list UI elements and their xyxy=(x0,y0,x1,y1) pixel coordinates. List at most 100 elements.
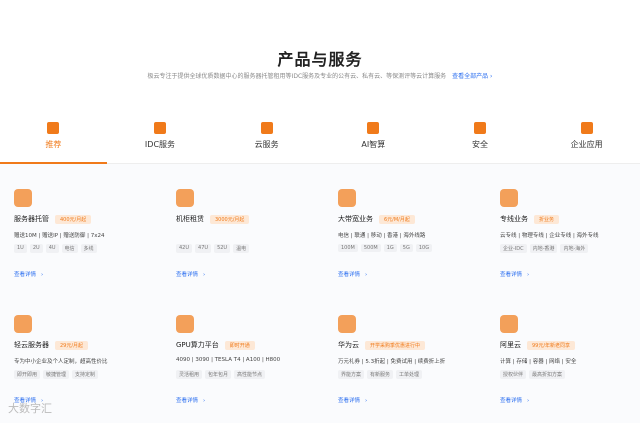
card-name: GPU算力平台 xyxy=(176,341,219,349)
card-desc: 电信 | 联通 | 移动 | 香港 | 海外线路 xyxy=(338,233,426,239)
tag-list: 100M 500M 1G 5G 10G xyxy=(338,244,433,252)
tag: 4U xyxy=(45,244,59,253)
chevron-right-icon: › xyxy=(365,272,368,278)
chevron-right-icon: › xyxy=(203,272,206,278)
price-badge: 400元/月起 xyxy=(55,214,92,224)
tag: 界能方案 xyxy=(338,370,365,379)
tag-list: 即开即用 敏捷管理 支持定制 xyxy=(14,370,99,379)
view-details-link[interactable]: 查看详情 › xyxy=(176,396,205,404)
tag-list: 企业-IDC 内地-香港 内地-海外 xyxy=(500,244,589,253)
link-text: 查看详情 xyxy=(500,272,523,278)
card-name: 机柜租赁 xyxy=(176,215,204,223)
gpu-icon xyxy=(176,315,194,333)
view-details-link[interactable]: 查看详情 › xyxy=(338,270,367,278)
shield-check-icon xyxy=(473,122,486,134)
light-cloud-server-icon xyxy=(14,315,32,333)
tag: 温电 xyxy=(233,244,250,253)
tag: 包年包月 xyxy=(205,370,232,379)
card-name: 轻云服务器 xyxy=(14,341,49,349)
card-cabinet: 机柜租赁 3000元/月起 42U 47U 52U 温电 查看详情 › xyxy=(176,164,326,279)
card-name: 大带宽业务 xyxy=(338,215,373,223)
chevron-right-icon: › xyxy=(203,398,206,404)
tab-idc[interactable]: IDC服务 xyxy=(107,120,214,163)
chevron-right-icon: › xyxy=(527,398,530,404)
tag: 支持定制 xyxy=(72,370,99,379)
card-desc: 计算 | 存储 | 容器 | 网络 | 安全 xyxy=(500,359,577,365)
recommend-box-icon xyxy=(47,122,60,134)
card-light-cloud: 轻云服务器 29元/月起 专为中小企业及个人定制，超高性价比 即开即用 敏捷管理 支持… xyxy=(14,290,164,405)
tag: 1G xyxy=(383,244,397,252)
tag: 企业-IDC xyxy=(500,244,527,253)
card-leased-line: 专线业务 折业务 云专线 | 物理专线 | 企业专线 | 海外专线 企业-IDC 内… xyxy=(500,164,640,279)
tab-enterprise[interactable]: 企业应用 xyxy=(533,120,640,163)
cabinet-icon xyxy=(176,189,194,207)
link-text: 查看详情 xyxy=(500,398,523,404)
tag: 电信 xyxy=(61,244,78,253)
price-badge: 即时开通 xyxy=(224,340,255,350)
card-aliyun: 阿里云 99元/年新老同享 计算 | 存储 | 容器 | 网络 | 安全 授权伙伴… xyxy=(500,290,640,405)
tab-label: 企业应用 xyxy=(570,140,603,149)
view-details-link[interactable]: 查看详情 › xyxy=(176,270,205,278)
price-badge: 6元/M/月起 xyxy=(379,214,415,224)
card-huawei-cloud: 华为云 开学采购季优惠进行中 万元礼券 | 5.3折起 | 免费试用 | 续费折上… xyxy=(338,290,488,405)
card-desc: 专为中小企业及个人定制，超高性价比 xyxy=(14,359,108,365)
link-text: 查看详情 xyxy=(176,272,199,278)
tag: 10G xyxy=(415,244,433,252)
tab-label: 推荐 xyxy=(45,140,62,149)
chevron-right-icon: › xyxy=(41,272,44,278)
tag: 工单处理 xyxy=(396,370,423,379)
tag: 内地-香港 xyxy=(529,244,558,253)
huawei-cloud-icon xyxy=(338,315,356,333)
link-text: 查看详情 xyxy=(338,272,361,278)
card-bandwidth: 大带宽业务 6元/M/月起 电信 | 联通 | 移动 | 香港 | 海外线路 10… xyxy=(338,164,488,279)
server-rack-icon xyxy=(153,122,166,134)
tag: 敏捷管理 xyxy=(43,370,70,379)
tag: 授权伙伴 xyxy=(500,370,527,379)
tag: 即开即用 xyxy=(14,370,41,379)
tab-ai[interactable]: AI智算 xyxy=(320,120,427,163)
card-gpu: GPU算力平台 即时开通 4090 | 3090 | TESLA T4 | A10… xyxy=(176,290,326,405)
leased-line-icon xyxy=(500,189,518,207)
tag: 5G xyxy=(399,244,413,252)
section-subtitle: 极云专注于提供全球优质数据中心的服务器托管租用等IDC服务及专业的公有云、私有云… xyxy=(0,71,640,80)
watermark: 大数字汇 xyxy=(8,402,52,415)
card-name: 阿里云 xyxy=(500,341,521,349)
section-title: 产品与服务 xyxy=(277,50,363,69)
card-server-hosting: 服务器托管 400元/月起 赠送10M | 赠送IP | 赠送防御 | 7x24 … xyxy=(14,164,164,279)
apps-grid-icon xyxy=(580,122,593,134)
card-desc: 云专线 | 物理专线 | 企业专线 | 海外专线 xyxy=(500,233,599,239)
card-name: 华为云 xyxy=(338,341,359,349)
ai-chip-icon xyxy=(367,122,380,134)
tab-recommend[interactable]: 推荐 xyxy=(0,120,107,164)
tag-list: 1U 2U 4U 电信 多线 xyxy=(14,244,97,253)
price-badge: 99元/年新老同享 xyxy=(527,340,576,350)
view-details-link[interactable]: 查看详情 › xyxy=(500,270,529,278)
tag: 500M xyxy=(360,244,381,252)
tag: 灵活租用 xyxy=(176,370,203,379)
view-details-link[interactable]: 查看详情 › xyxy=(500,396,529,404)
tab-security[interactable]: 安全 xyxy=(427,120,534,163)
card-desc: 赠送10M | 赠送IP | 赠送防御 | 7x24 xyxy=(14,233,105,239)
tab-label: AI智算 xyxy=(361,140,386,149)
view-details-link[interactable]: 查看详情 › xyxy=(14,270,43,278)
view-details-link[interactable]: 查看详情 › xyxy=(338,396,367,404)
tag-list: 42U 47U 52U 温电 xyxy=(176,244,250,253)
tab-label: 安全 xyxy=(471,140,488,149)
tag: 最高折扣方案 xyxy=(529,370,566,379)
card-name: 专线业务 xyxy=(500,215,528,223)
price-badge: 29元/月起 xyxy=(55,340,89,350)
tag: 42U xyxy=(176,244,193,253)
tag: 100M xyxy=(338,244,358,252)
server-hosting-icon xyxy=(14,189,32,207)
tag: 多线 xyxy=(80,244,97,253)
link-text: 查看详情 xyxy=(338,398,361,404)
aliyun-icon xyxy=(500,315,518,333)
price-badge: 折业务 xyxy=(534,214,560,224)
tag: 有新服务 xyxy=(367,370,394,379)
card-desc: 4090 | 3090 | TESLA T4 | A100 | H800 xyxy=(176,357,281,363)
view-all-products-link[interactable]: 查看全部产品 › xyxy=(452,73,492,80)
tag-list: 灵活租用 包年包月 高性能节点 xyxy=(176,370,266,379)
link-text: 查看详情 xyxy=(176,398,199,404)
link-text: 查看详情 xyxy=(14,272,37,278)
tab-cloud[interactable]: 云服务 xyxy=(213,120,320,163)
